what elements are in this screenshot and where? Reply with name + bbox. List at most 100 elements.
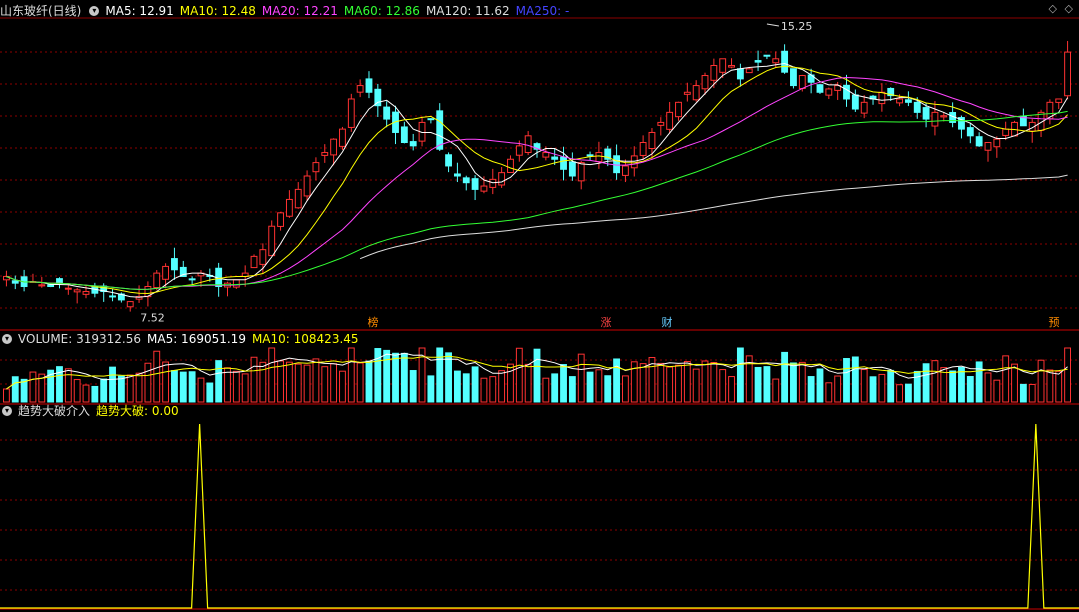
volume-bar (860, 369, 868, 403)
candle-body (966, 127, 974, 137)
ma60-label: MA60: 12.86 (343, 4, 420, 18)
candle-body (109, 295, 116, 298)
volume-bar (232, 370, 240, 403)
next-icon[interactable]: ◇ (1065, 2, 1073, 15)
candle-body (542, 152, 550, 158)
candle-body (922, 107, 930, 120)
volume-bar (445, 352, 452, 403)
candle-body (710, 64, 718, 81)
previous-icon[interactable]: ◇ (1049, 2, 1057, 15)
volume-bar (931, 360, 939, 403)
volume-bar (515, 347, 523, 403)
volume-bar (82, 384, 90, 403)
volume-bar (29, 371, 37, 403)
volume-bar (339, 370, 346, 403)
candle-body (153, 272, 161, 289)
candle-body (445, 154, 452, 167)
candle-body (294, 188, 302, 209)
kline-chart[interactable]: 15.25 7.52 榜 涨 财 预 (0, 0, 1079, 612)
candle-body (471, 178, 479, 190)
volume-bar (162, 361, 170, 403)
volume-bar (878, 373, 886, 403)
candle-body (798, 75, 806, 90)
volume-bar (533, 348, 541, 403)
volume-bar (347, 347, 355, 403)
volume-bar (135, 372, 143, 403)
volume-bar (807, 376, 815, 403)
candle-body (268, 225, 276, 257)
candle-body (365, 78, 373, 93)
candle-body (577, 162, 585, 182)
candle-body (47, 284, 55, 288)
volume-bar (427, 375, 435, 403)
volume-bar (639, 363, 647, 403)
candle-body (754, 60, 762, 63)
volume-bar (91, 385, 99, 403)
volume-bar (206, 382, 214, 403)
candle-body (613, 155, 621, 174)
candle-body (453, 173, 461, 177)
candle-body (1055, 98, 1063, 103)
settings-circle-icon[interactable]: ▾ (89, 6, 100, 16)
volume-bar (1011, 363, 1018, 403)
candle-body (931, 111, 939, 127)
volume-bar (453, 370, 461, 403)
volume-bar (1019, 383, 1027, 403)
ma5-label: MA5: 12.91 (105, 4, 174, 18)
candle-body (586, 154, 594, 157)
volume-bar (480, 377, 488, 403)
candle-body (675, 101, 682, 118)
candle-body (515, 145, 523, 156)
volume-bar (11, 376, 19, 403)
volume-bar (710, 361, 718, 403)
candle-body (851, 94, 859, 110)
volume-bar (374, 348, 382, 403)
candle-body (171, 258, 178, 271)
volume-bar (1028, 383, 1036, 403)
volume-bar (754, 366, 762, 403)
volume-bar (887, 369, 895, 403)
candle-body (303, 175, 311, 197)
volume-bar (1037, 359, 1045, 403)
main-legend: 山东玻纤(日线) ▾ MA5: 12.91 MA10: 12.48 MA20: … (0, 2, 575, 20)
volume-ma10-label: MA10: 108423.45 (251, 332, 359, 346)
candle-body (427, 118, 435, 121)
candle-body (975, 136, 983, 147)
candle-body (630, 155, 638, 169)
volume-bar (692, 368, 700, 403)
candle-body (913, 101, 921, 113)
candle-body (816, 84, 824, 93)
volume-bar (1064, 347, 1071, 403)
ma250-label: MA250: - (515, 4, 570, 18)
volume-bar (1055, 370, 1063, 403)
candle-body (232, 279, 240, 288)
volume-bar (763, 366, 771, 403)
volume-bar (64, 368, 72, 403)
candle-body (524, 135, 532, 153)
candle-body (639, 142, 647, 156)
volume-bar (922, 363, 930, 403)
candle-body (321, 152, 329, 156)
volume-bar (365, 360, 373, 403)
volume-bar (126, 374, 134, 403)
volume-bar (330, 363, 338, 403)
indicator-line (0, 423, 1079, 609)
volume-bar (268, 347, 276, 403)
candle-body (436, 110, 444, 150)
candle-body (489, 178, 497, 188)
volume-bar (675, 364, 682, 403)
volume-bar (356, 362, 364, 403)
volume-bar (215, 360, 223, 403)
volume-bar (498, 370, 506, 403)
volume-bar (949, 370, 957, 403)
volume-bar (109, 366, 116, 403)
volume-bar (197, 377, 205, 403)
candle-body (11, 280, 19, 284)
volume-bar (153, 350, 161, 403)
candle-body (277, 212, 284, 227)
volume-settings-icon[interactable]: ▾ (2, 334, 12, 344)
volume-bar (869, 376, 877, 403)
volume-bar (259, 361, 267, 403)
indicator-settings-icon[interactable]: ▾ (2, 406, 12, 416)
volume-bar (303, 364, 311, 403)
